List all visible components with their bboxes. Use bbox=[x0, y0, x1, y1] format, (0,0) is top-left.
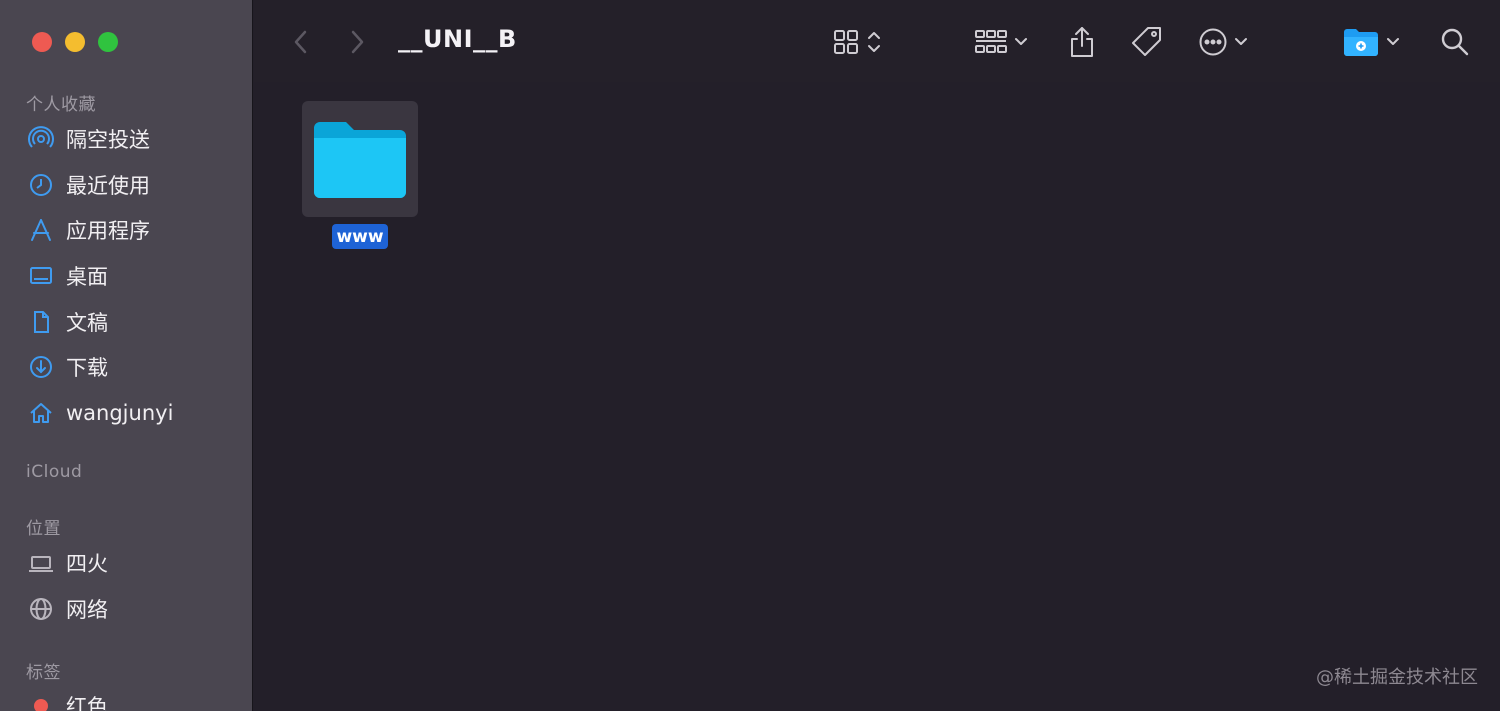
sidebar-item-label: 网络 bbox=[66, 598, 108, 622]
tag-icon bbox=[1132, 27, 1161, 56]
sidebar-item-label: 桌面 bbox=[66, 265, 108, 289]
finder-window: 个人收藏 隔空投送 最近使用 应用程序 桌面 文稿 下载 wangjunyi i… bbox=[0, 0, 1500, 711]
toolbar: __UNI__B bbox=[254, 0, 1500, 82]
file-browser-content: www @稀土掘金技术社区 bbox=[254, 82, 1500, 711]
airdrop-icon bbox=[28, 126, 54, 152]
sidebar-item-recents[interactable]: 最近使用 bbox=[28, 167, 248, 203]
chevron-down-icon bbox=[1015, 38, 1027, 45]
red-tag-icon bbox=[28, 693, 54, 711]
apps-icon bbox=[28, 217, 54, 243]
chevron-down-icon bbox=[1387, 38, 1399, 45]
tag-button[interactable] bbox=[1130, 22, 1164, 62]
folder-thumbnail[interactable] bbox=[302, 101, 418, 217]
group-icon bbox=[975, 30, 1007, 53]
globe-icon bbox=[28, 596, 54, 622]
group-button[interactable] bbox=[974, 22, 1028, 62]
clock-icon bbox=[28, 172, 54, 198]
ellipsis-circle-icon bbox=[1199, 28, 1227, 56]
sidebar-item-documents[interactable]: 文稿 bbox=[28, 304, 248, 340]
chevron-down-icon bbox=[1235, 38, 1247, 45]
sidebar-item-label: 文稿 bbox=[66, 311, 108, 335]
folder-name-label[interactable]: www bbox=[332, 224, 388, 249]
search-button[interactable] bbox=[1440, 22, 1470, 62]
share-icon bbox=[1071, 27, 1093, 57]
minimize-button[interactable] bbox=[65, 32, 85, 52]
document-icon bbox=[28, 309, 54, 335]
chevron-updown-icon bbox=[868, 32, 880, 52]
zoom-button[interactable] bbox=[98, 32, 118, 52]
forward-button[interactable] bbox=[342, 26, 372, 58]
sidebar-item-label: 下载 bbox=[66, 356, 108, 380]
folder-item[interactable]: www bbox=[302, 101, 418, 249]
folder-icon bbox=[314, 122, 406, 198]
laptop-icon bbox=[28, 550, 54, 576]
more-actions-button[interactable] bbox=[1198, 22, 1248, 62]
chevron-left-icon bbox=[294, 30, 307, 54]
grid-view-icon bbox=[834, 30, 858, 54]
icloud-section-title: iCloud bbox=[26, 462, 83, 482]
favorites-section-title: 个人收藏 bbox=[26, 95, 96, 115]
close-button[interactable] bbox=[32, 32, 52, 52]
sidebar-item-tag-red[interactable]: 红色 bbox=[28, 688, 248, 711]
folder-plus-icon bbox=[1344, 29, 1378, 56]
sidebar-item-desktop[interactable]: 桌面 bbox=[28, 258, 248, 294]
sidebar-item-airdrop[interactable]: 隔空投送 bbox=[28, 121, 248, 157]
sidebar-item-computer[interactable]: 四火 bbox=[28, 545, 248, 581]
folder-action-button[interactable] bbox=[1342, 22, 1400, 62]
sidebar-item-applications[interactable]: 应用程序 bbox=[28, 212, 248, 248]
sidebar-item-label: 四火 bbox=[66, 552, 108, 576]
sidebar-item-label: 隔空投送 bbox=[66, 128, 150, 152]
sidebar-item-downloads[interactable]: 下载 bbox=[28, 349, 248, 385]
watermark-text: @稀土掘金技术社区 bbox=[1316, 667, 1478, 688]
chevron-right-icon bbox=[351, 30, 364, 54]
window-title: __UNI__B bbox=[398, 25, 517, 53]
tags-section-title: 标签 bbox=[26, 663, 61, 683]
locations-section-title: 位置 bbox=[26, 519, 61, 539]
sidebar-item-label: 应用程序 bbox=[66, 219, 150, 243]
sidebar-item-label: wangjunyi bbox=[66, 401, 174, 425]
sidebar-item-label: 最近使用 bbox=[66, 174, 150, 198]
home-icon bbox=[28, 400, 54, 426]
sidebar-item-label: 红色 bbox=[66, 695, 108, 711]
window-controls bbox=[32, 32, 118, 52]
search-icon bbox=[1441, 28, 1469, 56]
desktop-icon bbox=[28, 263, 54, 289]
view-mode-button[interactable] bbox=[832, 22, 882, 62]
sidebar-item-network[interactable]: 网络 bbox=[28, 591, 248, 627]
sidebar-item-home[interactable]: wangjunyi bbox=[28, 395, 248, 431]
sidebar: 个人收藏 隔空投送 最近使用 应用程序 桌面 文稿 下载 wangjunyi i… bbox=[0, 0, 253, 711]
share-button[interactable] bbox=[1068, 22, 1096, 62]
back-button[interactable] bbox=[286, 26, 316, 58]
download-icon bbox=[28, 354, 54, 380]
